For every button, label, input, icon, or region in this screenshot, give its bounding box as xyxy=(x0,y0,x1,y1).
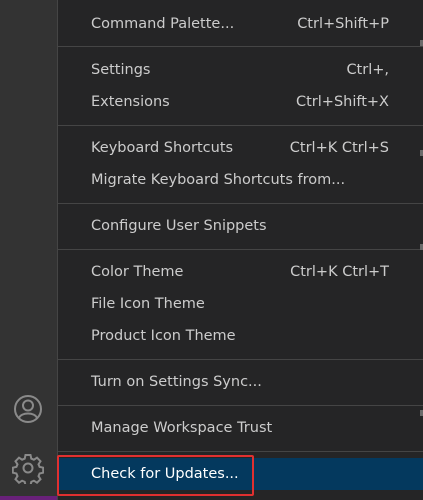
menu-item-label: Manage Workspace Trust xyxy=(91,420,273,436)
menu-separator xyxy=(58,405,423,406)
menu-item-label: Turn on Settings Sync... xyxy=(91,374,262,390)
menu-item-shortcut: Ctrl+K Ctrl+S xyxy=(289,140,389,156)
manage-context-menu: Command Palette... Ctrl+Shift+P Settings… xyxy=(57,0,423,500)
menu-item-label: File Icon Theme xyxy=(91,296,205,312)
menu-item-command-palette[interactable]: Command Palette... Ctrl+Shift+P xyxy=(58,8,423,40)
menu-separator xyxy=(58,203,423,204)
menu-separator xyxy=(58,125,423,126)
menu-item-product-icon-theme[interactable]: Product Icon Theme xyxy=(58,320,423,352)
menu-item-extensions[interactable]: Extensions Ctrl+Shift+X xyxy=(58,86,423,118)
menu-separator xyxy=(58,46,423,47)
menu-item-manage-workspace-trust[interactable]: Manage Workspace Trust xyxy=(58,412,423,444)
menu-item-keyboard-shortcuts[interactable]: Keyboard Shortcuts Ctrl+K Ctrl+S xyxy=(58,132,423,164)
menu-separator xyxy=(58,451,423,452)
menu-item-shortcut: Ctrl+K Ctrl+T xyxy=(290,264,389,280)
menu-item-label: Migrate Keyboard Shortcuts from... xyxy=(91,172,346,188)
menu-item-shortcut: Ctrl+Shift+P xyxy=(297,16,389,32)
menu-item-turn-on-settings-sync[interactable]: Turn on Settings Sync... xyxy=(58,366,423,398)
menu-item-label: Keyboard Shortcuts xyxy=(91,140,234,156)
menu-item-label: Extensions xyxy=(91,94,170,110)
menu-item-file-icon-theme[interactable]: File Icon Theme xyxy=(58,288,423,320)
menu-item-shortcut: Ctrl+, xyxy=(346,62,389,78)
menu-item-label: Configure User Snippets xyxy=(91,218,267,234)
menu-item-shortcut: Ctrl+Shift+X xyxy=(296,94,389,110)
menu-item-color-theme[interactable]: Color Theme Ctrl+K Ctrl+T xyxy=(58,256,423,288)
menu-item-label: Product Icon Theme xyxy=(91,328,236,344)
menu-item-configure-user-snippets[interactable]: Configure User Snippets xyxy=(58,210,423,242)
account-icon[interactable] xyxy=(9,390,47,428)
menu-item-migrate-keyboard-shortcuts[interactable]: Migrate Keyboard Shortcuts from... xyxy=(58,164,423,196)
menu-item-label: Settings xyxy=(91,62,151,78)
gear-icon[interactable] xyxy=(9,449,47,487)
menu-separator xyxy=(58,359,423,360)
menu-separator xyxy=(58,249,423,250)
menu-item-check-for-updates[interactable]: Check for Updates... xyxy=(58,458,423,490)
menu-item-label: Check for Updates... xyxy=(91,466,239,482)
menu-item-label: Color Theme xyxy=(91,264,184,280)
menu-item-label: Command Palette... xyxy=(91,16,235,32)
activity-bar xyxy=(0,0,58,500)
status-bar-edge xyxy=(0,496,58,500)
menu-item-settings[interactable]: Settings Ctrl+, xyxy=(58,54,423,86)
